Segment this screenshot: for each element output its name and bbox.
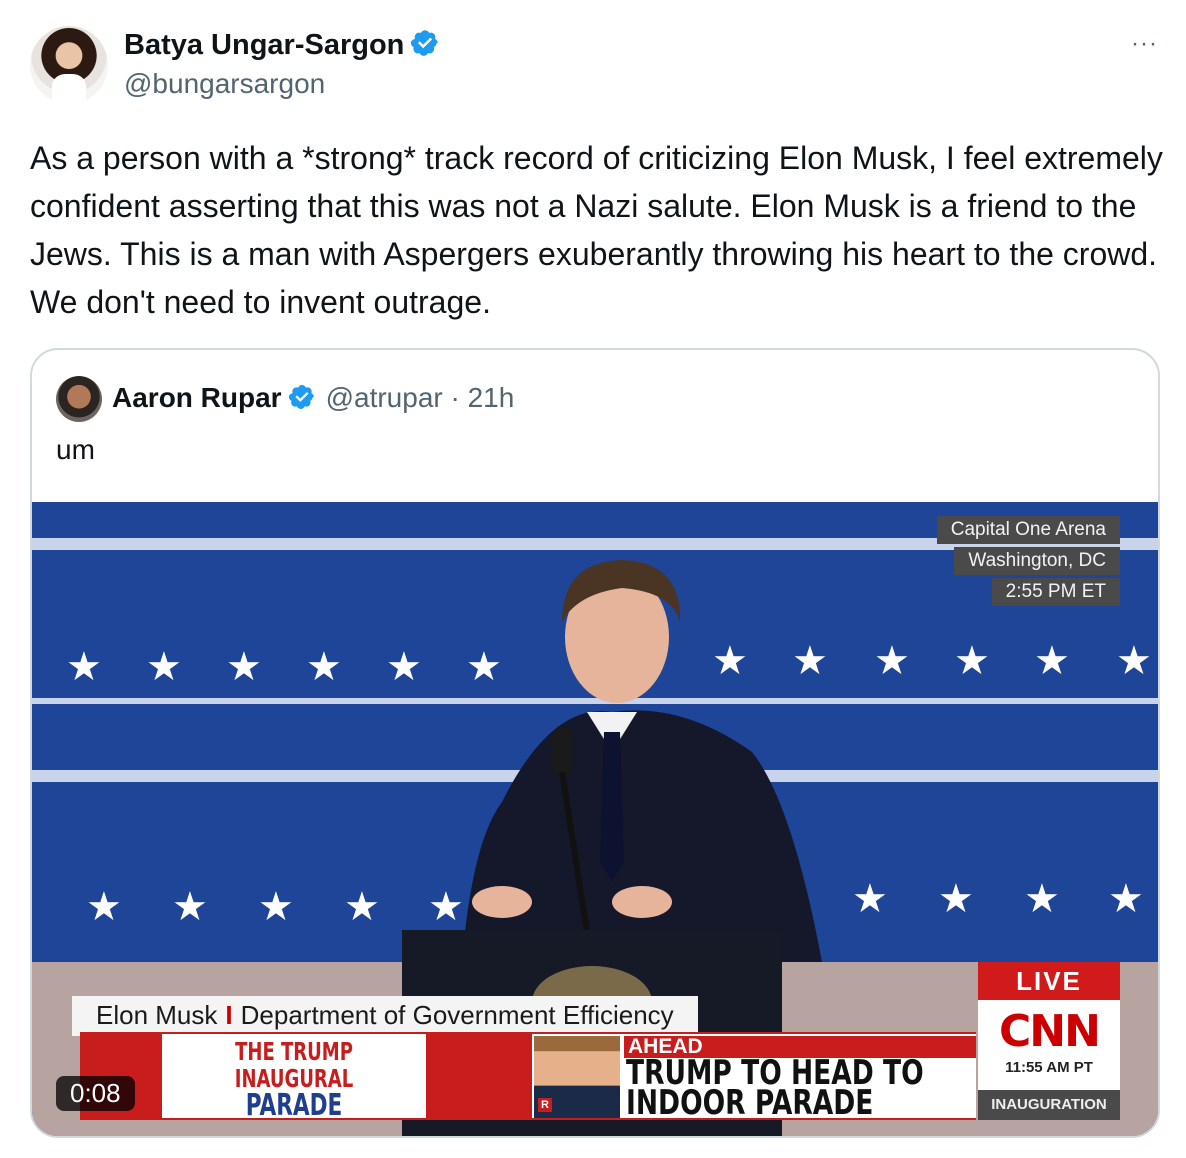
- svg-text:★: ★: [1024, 876, 1060, 922]
- author-handle[interactable]: @bungarsargon: [124, 68, 325, 100]
- chyron-ticker: THE TRUMP INAUGURAL PARADE R AHEAD TRUMP…: [80, 1032, 976, 1123]
- story-panel: R AHEAD TRUMP TO HEAD TO INDOOR PARADE: [532, 1034, 976, 1120]
- more-options-icon[interactable]: ···: [1131, 30, 1158, 58]
- quoted-author-avatar[interactable]: [56, 376, 102, 422]
- parade-line-3: PARADE: [245, 1088, 343, 1123]
- network-time: 11:55 AM PT: [1005, 1059, 1093, 1076]
- network-bug: LIVE CNN 11:55 AM PT INAUGURATION: [978, 962, 1120, 1122]
- quoted-author-name[interactable]: Aaron Rupar: [112, 382, 282, 413]
- svg-text:★: ★: [344, 884, 380, 930]
- verified-badge-icon: [411, 30, 439, 56]
- svg-text:★: ★: [1116, 638, 1152, 684]
- svg-text:★: ★: [386, 644, 422, 690]
- chyron-separator: I: [225, 1000, 233, 1030]
- party-badge: R: [538, 1098, 552, 1112]
- story-headline: TRUMP TO HEAD TO INDOOR PARADE: [626, 1056, 924, 1120]
- parade-graphic: THE TRUMP INAUGURAL PARADE: [162, 1034, 426, 1123]
- chyron-name-bar: Elon Musk I Department of Government Effic…: [72, 996, 698, 1036]
- svg-text:★: ★: [852, 876, 888, 922]
- quoted-author-row[interactable]: Aaron Rupar @atrupar · 21h: [112, 382, 514, 414]
- verified-badge-icon: [288, 385, 314, 409]
- chyron-title: Department of Government Efficiency: [240, 1000, 674, 1030]
- live-badge: LIVE: [978, 962, 1120, 1000]
- story-photo: R: [534, 1036, 620, 1118]
- svg-text:★: ★: [146, 644, 182, 690]
- video-player[interactable]: ★ ★ ★ ★ ★ ★ ★ ★ ★ ★ ★ ★ ★ ★ ★ ★ ★ ★ ★ ★ ★ Capital One …: [32, 502, 1158, 1136]
- svg-text:★: ★: [466, 644, 502, 690]
- svg-text:★: ★: [306, 644, 342, 690]
- location-venue: Capital One Arena: [936, 516, 1120, 544]
- svg-text:★: ★: [226, 644, 262, 690]
- svg-text:★: ★: [86, 884, 122, 930]
- cnn-logo-panel: CNN 11:55 AM PT: [978, 1000, 1120, 1090]
- quoted-tweet-card[interactable]: Aaron Rupar @atrupar · 21h um ★ ★ ★ ★ ★ ★ ★ ★ ★…: [30, 348, 1160, 1138]
- author-name-row[interactable]: Batya Ungar-Sargon: [124, 28, 440, 62]
- author-display-name[interactable]: Batya Ungar-Sargon: [124, 29, 404, 61]
- svg-text:★: ★: [1108, 876, 1144, 922]
- svg-text:★: ★: [954, 638, 990, 684]
- parade-line-1: THE TRUMP: [235, 1037, 353, 1066]
- cnn-logo: CNN: [999, 1006, 1101, 1057]
- svg-text:★: ★: [258, 884, 294, 930]
- location-overlay: Capital One Arena Washington, DC 2:55 PM…: [936, 516, 1120, 609]
- meta-separator: ·: [450, 382, 460, 413]
- svg-text:★: ★: [874, 638, 910, 684]
- quoted-author-handle[interactable]: @atrupar: [326, 382, 443, 413]
- tweet-text: As a person with a *strong* track record…: [30, 140, 1163, 320]
- svg-text:★: ★: [172, 884, 208, 930]
- chyron-name: Elon Musk: [96, 1000, 218, 1030]
- quoted-tweet-text: um: [56, 434, 95, 465]
- program-label: INAUGURATION: [978, 1090, 1120, 1120]
- svg-text:★: ★: [792, 638, 828, 684]
- svg-text:★: ★: [712, 638, 748, 684]
- location-city: Washington, DC: [954, 547, 1120, 575]
- svg-text:★: ★: [66, 644, 102, 690]
- video-duration: 0:08: [56, 1076, 135, 1111]
- quoted-tweet-time[interactable]: 21h: [468, 382, 515, 413]
- author-avatar[interactable]: [30, 26, 108, 104]
- svg-text:★: ★: [428, 884, 464, 930]
- location-time: 2:55 PM ET: [991, 578, 1120, 606]
- svg-text:★: ★: [1034, 638, 1070, 684]
- svg-text:★: ★: [938, 876, 974, 922]
